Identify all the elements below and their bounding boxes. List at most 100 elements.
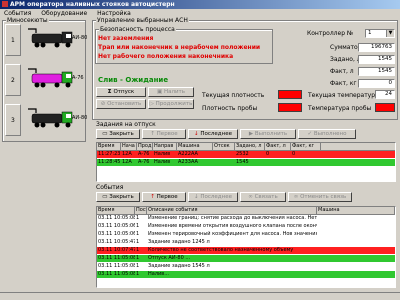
events-cell: Налив... [148,271,169,277]
events-column-header[interactable]: Машина [317,207,395,214]
tasks-execute-button[interactable]: ▶ Выполнить [240,129,296,139]
events-row[interactable]: 03.11 10:05:06 1 Изменение времени открыти… [97,223,395,230]
tasks-row[interactable]: 11:27:23 12A A-76 Налив A222AA 2532 0 0 [97,151,395,158]
events-column-header[interactable]: Пост [135,207,147,214]
truck-icon [26,27,74,49]
events-cell: Изменение границ: снятие расхода до выкл… [148,215,317,221]
events-link-button[interactable]: ∞ Связать [240,192,286,202]
events-column-header[interactable]: Описание события [147,207,317,214]
events-cell: Количество не соответствовало назначенно… [148,247,294,253]
rack-product-label: АИ-80 [72,35,88,41]
events-row[interactable]: 03.11 11:05:08 1 Налив... [97,271,395,278]
events-last-button[interactable]: ↓ Последнее [188,192,238,202]
safety-group-title: Безопасность процесса [99,26,176,33]
events-table[interactable]: ВремяПостОписание событияМашина03.11 10:… [96,206,396,288]
tasks-column-header[interactable]: Факт, кг [291,143,321,150]
menu-events[interactable]: События [4,10,31,17]
tasks-last-button[interactable]: ↓ Последнее [188,129,238,139]
menu-settings[interactable]: Настройка [97,10,131,17]
rack-1[interactable]: 1 [5,24,21,56]
alarm-no-ground: Нет заземления [98,35,154,42]
rack-product-label: АИ-80 [72,115,88,121]
tasks-cell: A-76 [138,151,150,157]
tasks-cell: 2532 [236,151,249,157]
set-liters-field: 1545 [358,55,395,64]
rack-number: 1 [11,37,15,44]
events-cell: 1 [136,271,140,277]
control-group-title: Управление выбранным АСН [96,17,189,24]
tasks-column-header[interactable]: Задано, л [235,143,265,150]
events-unlink-button[interactable]: ∞ Отменить связь [288,192,352,202]
tasks-cell: Налив [154,151,171,157]
events-cell: Задание задано 1245 л [148,239,210,245]
controller-label: Контроллер № [307,30,354,37]
rack-number: 3 [11,117,15,124]
tasks-first-button[interactable]: ↑ Первое [142,129,186,139]
tasks-cell: 12A [122,159,132,165]
events-cell: 1 [136,239,140,245]
menu-equipment[interactable]: Оборудование [41,10,87,17]
tasks-header-row: Время Нача Прод Направ Машина Отсек Задано, лФ… [97,143,395,151]
events-cell: 03.11 11:05:08 [98,271,135,277]
temp-field: 24 [375,90,395,99]
events-cell: 1 [136,255,140,261]
sample-temp-label: Температура пробы [308,105,372,112]
tasks-column-header[interactable]: Отсек [213,143,235,150]
events-cell: 1 [136,223,140,229]
fact-kg-field: 0 [358,79,395,88]
tasks-column-header[interactable]: Время [97,143,121,150]
rack-3[interactable]: 3 [5,104,21,136]
events-row[interactable]: 03.11 10:05:06 1 Изменен терировочный коэф… [97,231,395,238]
tasks-cell: 11:27:23 [98,151,121,157]
tasks-column-header[interactable]: Нача [121,143,137,150]
events-row[interactable]: 03.11 10:07:47 1 Количество не соответство… [97,247,395,254]
tasks-cell: Налив [154,159,171,165]
set-liters-label: Задано, л [330,56,361,63]
events-column-header[interactable]: Время [97,207,135,214]
resume-button[interactable]: ▷ Продолжить [148,99,194,109]
fact-liters-label: Факт, л [330,68,354,75]
pump-icon: ▣ [157,89,164,95]
fact-liters-field: 1545 [358,67,395,76]
truck-icon [26,107,74,129]
events-row[interactable]: 03.11 11:05:08 1 Задание задано 1545 л [97,263,395,270]
tasks-row[interactable]: 11:28:45 12A A-76 Налив A233AA 1545 [97,159,395,166]
start-button[interactable]: Σ Отпуск [96,87,146,97]
events-cell: 03.11 10:07:47 [98,247,135,253]
alarm-ladder: Трап или наконечник в нерабочем положени… [98,44,261,51]
events-header-row: ВремяПостОписание событияМашина [97,207,395,215]
events-cell: Изменен терировочный коэффициент для нас… [148,231,317,237]
tasks-column-header[interactable]: Направ [153,143,177,150]
tasks-cell: A222AA [178,151,198,157]
density-label: Текущая плотность [202,92,265,99]
temp-label: Текущая температура [308,92,379,99]
events-row[interactable]: 03.11 10:05:08 1 Изменение границ: снятие … [97,215,395,222]
events-close-button[interactable]: ▭ Закрыть [96,192,140,202]
tasks-column-header[interactable]: Факт, л [265,143,291,150]
events-cell: 03.11 10:05:06 [98,231,135,237]
tasks-cell: 11:28:45 [98,159,121,165]
events-cell: 03.11 10:05:08 [98,215,135,221]
events-row[interactable]: 03.11 11:05:08 1 Отпуск АИ-80 ... [97,255,395,262]
tasks-cell: 12A [122,151,132,157]
tasks-column-header[interactable]: Прод [137,143,153,150]
events-cell: 03.11 11:05:08 [98,255,135,261]
rack-2[interactable]: 2 [5,64,21,96]
tasks-executed-button[interactable]: ✓ Выполнено [298,129,356,139]
tasks-close-button[interactable]: ▭ Закрыть [96,129,140,139]
sample-temp-indicator [375,103,395,112]
controller-select[interactable]: 1 ▼ [365,29,395,38]
fill-button[interactable]: ▣ Налить [148,87,194,97]
tasks-column-header[interactable]: Машина [177,143,213,150]
events-row[interactable]: 03.11 10:05:47 1 Задание задано 1245 л [97,239,395,246]
menu-bar: События Оборудование Настройка [0,9,400,18]
tasks-cell: A-76 [138,159,150,165]
fact-kg-label: Факт, кг [330,80,357,87]
tasks-table[interactable]: Время Нача Прод Направ Машина Отсек Задано, лФ… [96,142,396,182]
events-first-button[interactable]: ↑ Первое [142,192,186,202]
status-bar [0,292,400,300]
chevron-down-icon[interactable]: ▼ [386,30,394,37]
truck-icon [26,67,74,89]
title-bar: АРМ оператора наливных стояков автоцисте… [0,0,400,9]
stop-button[interactable]: ⊘ Остановить [96,99,146,109]
